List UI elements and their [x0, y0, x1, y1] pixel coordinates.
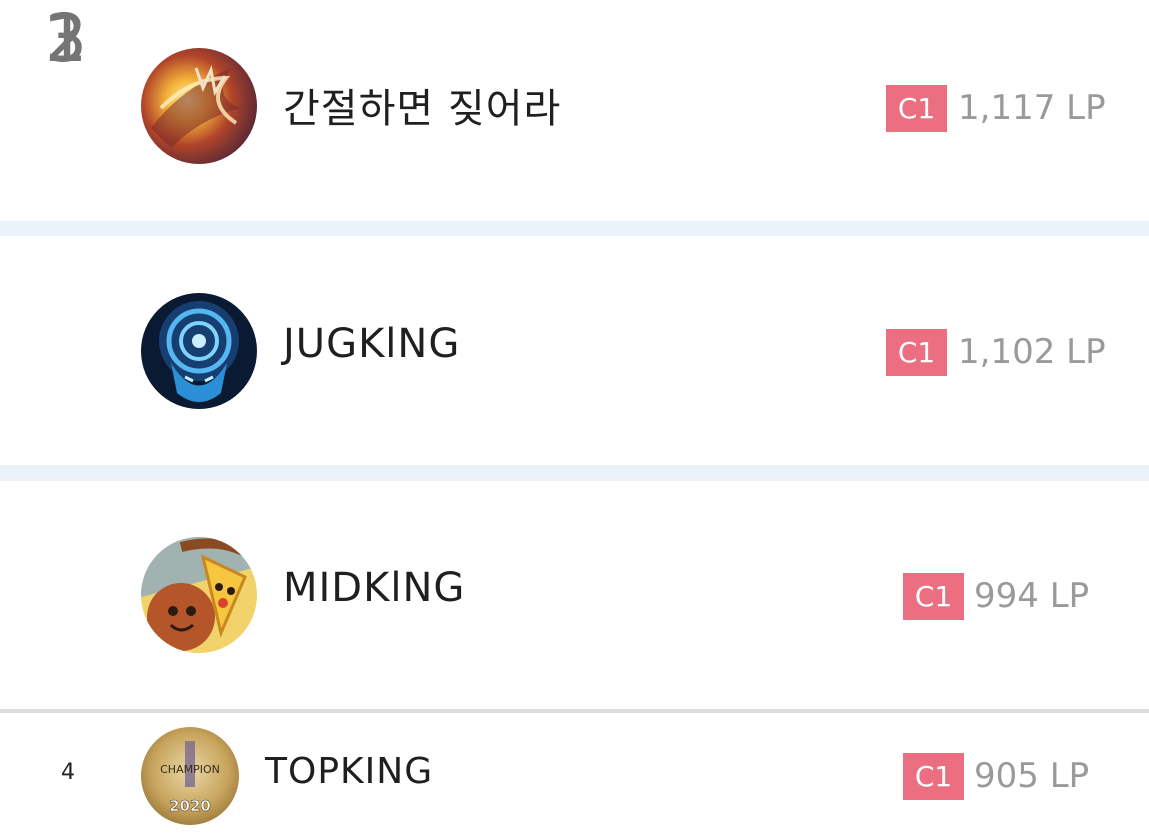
badge-text-top: CHAMPION	[160, 763, 220, 776]
fire-dragon-icon[interactable]	[141, 48, 257, 164]
summoner-name[interactable]: MIDKlNG	[283, 565, 465, 611]
rank-number: 4	[61, 760, 75, 785]
row-divider	[0, 465, 1149, 481]
summoner-name[interactable]: 간절하면 짖어라	[283, 76, 561, 134]
tier-badge: C1	[886, 85, 947, 132]
lp-value: 994 LP	[974, 576, 1090, 616]
summoner-name[interactable]: JUGKlNG	[283, 321, 460, 367]
rank-number: 3	[45, 0, 87, 77]
champion-2020-badge-icon[interactable]: CHAMPION 2020	[141, 727, 239, 825]
row-divider	[0, 221, 1149, 236]
badge-text-bottom: 2020	[169, 797, 211, 815]
pizza-cartoon-icon[interactable]	[141, 537, 257, 653]
lp-value: 1,102 LP	[958, 332, 1106, 372]
tier-badge: C1	[886, 329, 947, 376]
ranking-list: 1 간절하면 짖어라 C1 1,117 LP 2 JUGKlNG C1 1,10…	[0, 0, 1149, 837]
tier-badge: C1	[903, 573, 964, 620]
lp-value: 905 LP	[974, 756, 1090, 796]
summoner-name[interactable]: TOPKING	[265, 751, 433, 792]
lp-value: 1,117 LP	[958, 88, 1106, 128]
tier-badge: C1	[903, 753, 964, 800]
blue-spirit-mask-icon[interactable]	[141, 293, 257, 409]
